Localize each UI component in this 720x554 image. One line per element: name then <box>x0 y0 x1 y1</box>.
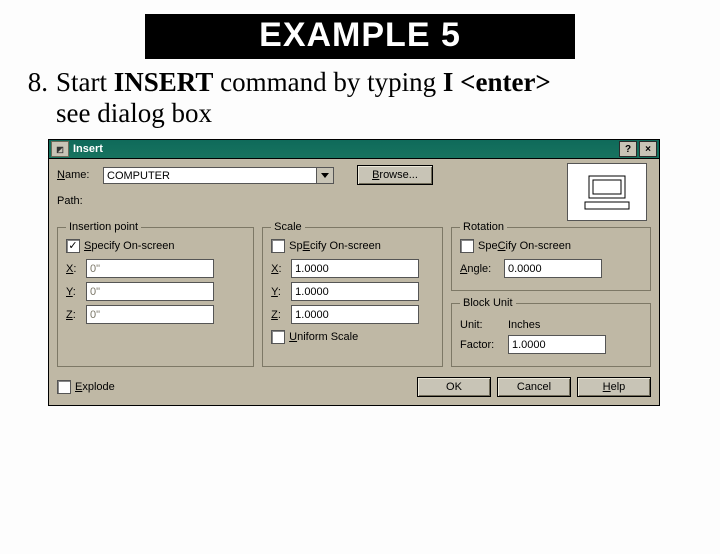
y-label: Y: <box>66 286 80 298</box>
checkbox-icon <box>271 239 285 253</box>
block-preview <box>567 163 647 221</box>
insertion-z-input[interactable] <box>86 305 214 324</box>
scale-x-input[interactable] <box>291 259 419 278</box>
browse-button[interactable]: Browse... <box>357 165 433 185</box>
x-label: X: <box>66 263 80 275</box>
block-unit-group: Block Unit Unit: Inches Factor: <box>451 297 651 367</box>
chevron-down-icon[interactable] <box>316 167 334 184</box>
close-button[interactable]: × <box>639 141 657 157</box>
checkbox-icon: ✓ <box>66 239 80 253</box>
scale-specify-checkbox[interactable]: SpEcify On-screen <box>271 239 434 253</box>
rotation-group: Rotation SpeCify On-screen Angle: <box>451 221 651 291</box>
insertion-legend: Insertion point <box>66 221 141 233</box>
help-dialog-button[interactable]: Help <box>577 377 651 397</box>
insertion-y-input[interactable] <box>86 282 214 301</box>
rotation-legend: Rotation <box>460 221 507 233</box>
path-label: Path: <box>57 195 83 207</box>
scale-z-label: Z: <box>271 309 285 321</box>
dialog-title: Insert <box>73 143 103 155</box>
insertion-specify-checkbox[interactable]: ✓ Specify On-screen <box>66 239 245 253</box>
unit-value: Inches <box>508 319 540 331</box>
insertion-x-input[interactable] <box>86 259 214 278</box>
uniform-scale-checkbox[interactable]: Uniform Scale <box>271 330 434 344</box>
angle-label: Angle: <box>460 263 498 275</box>
titlebar[interactable]: ◩ Insert ? × <box>49 140 659 159</box>
scale-y-label: Y: <box>271 286 285 298</box>
insertion-point-group: Insertion point ✓ Specify On-screen X: Y… <box>57 221 254 367</box>
slide-title: EXAMPLE 5 <box>145 14 575 59</box>
scale-legend: Scale <box>271 221 305 233</box>
scale-x-label: X: <box>271 263 285 275</box>
blockunit-legend: Block Unit <box>460 297 516 309</box>
instruction-text: Start INSERT command by typing I <enter>… <box>56 67 696 129</box>
insert-dialog: ◩ Insert ? × Name: Browse... Path: <box>48 139 660 406</box>
cancel-button[interactable]: Cancel <box>497 377 571 397</box>
checkbox-icon <box>460 239 474 253</box>
rotation-specify-checkbox[interactable]: SpeCify On-screen <box>460 239 642 253</box>
scale-y-input[interactable] <box>291 282 419 301</box>
ok-button[interactable]: OK <box>417 377 491 397</box>
explode-checkbox[interactable]: Explode <box>57 380 115 394</box>
checkbox-icon <box>57 380 71 394</box>
factor-input[interactable] <box>508 335 606 354</box>
checkbox-icon <box>271 330 285 344</box>
name-combo[interactable] <box>103 167 334 184</box>
z-label: Z: <box>66 309 80 321</box>
instruction-item: 8. Start INSERT command by typing I <ent… <box>16 67 696 129</box>
factor-label: Factor: <box>460 339 504 351</box>
system-menu-icon[interactable]: ◩ <box>51 141 69 157</box>
scale-z-input[interactable] <box>291 305 419 324</box>
scale-group: Scale SpEcify On-screen X: Y: Z: Uniform… <box>262 221 443 367</box>
angle-input[interactable] <box>504 259 602 278</box>
name-label: Name: <box>57 169 89 181</box>
computer-icon <box>579 172 635 212</box>
name-input[interactable] <box>103 167 316 184</box>
unit-label: Unit: <box>460 319 504 331</box>
instruction-number: 8. <box>16 67 48 129</box>
help-button[interactable]: ? <box>619 141 637 157</box>
